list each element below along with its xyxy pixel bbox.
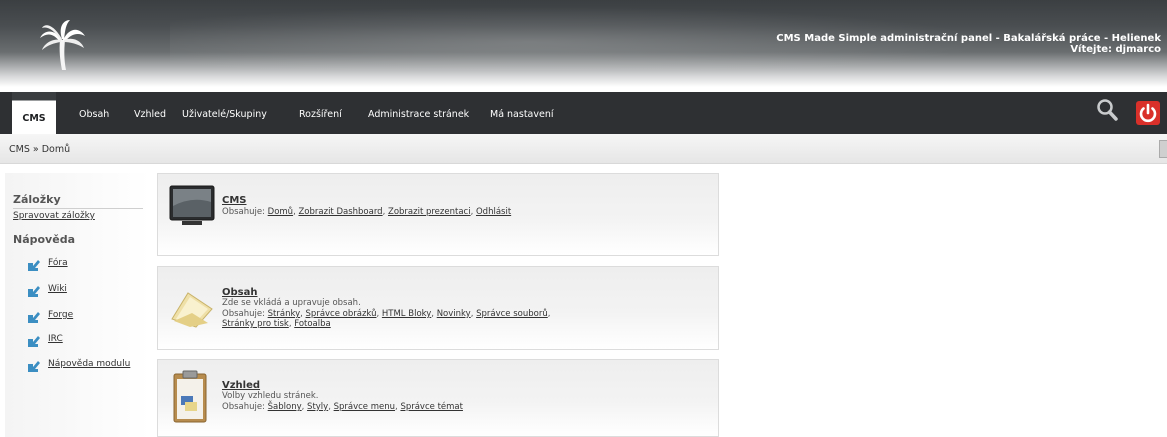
- monitor-icon[interactable]: [168, 184, 216, 228]
- panel-contains-appearance: Obsahuje: Šablony, Styly, Správce menu, …: [222, 402, 463, 412]
- link-menu-manager[interactable]: Správce menu: [334, 402, 395, 412]
- panel-appearance: Vzhled Volby vzhledu stránek. Obsahuje: …: [157, 359, 719, 437]
- panel-cms: CMS Obsahuje: Domů, Zobrazit Dashboard, …: [157, 173, 719, 256]
- sidebar-divider: [13, 208, 143, 209]
- link-logout[interactable]: Odhlásit: [476, 207, 511, 217]
- panel-desc-appearance: Volby vzhledu stránek.: [222, 391, 319, 401]
- nav-cms[interactable]: CMS: [12, 92, 56, 134]
- panel-content: Obsah Zde se vkládá a upravuje obsah. Ob…: [157, 266, 719, 350]
- panel-title-content[interactable]: Obsah: [222, 287, 257, 298]
- link-view-site[interactable]: Zobrazit prezentaci: [388, 207, 471, 217]
- bookmarks-heading: Záložky: [13, 193, 61, 206]
- palm-tree-logo-icon[interactable]: [38, 18, 86, 70]
- link-pages[interactable]: Stránky: [268, 309, 300, 319]
- nav-users-groups[interactable]: Uživatelé/Skupiny: [182, 92, 267, 134]
- link-print-pages[interactable]: Stránky pro tisk: [222, 319, 289, 329]
- arrow-icon: [28, 361, 40, 372]
- link-styles[interactable]: Styly: [307, 402, 328, 412]
- help-item-label[interactable]: Wiki: [48, 284, 67, 294]
- contains-label: Obsahuje:: [222, 402, 268, 412]
- link-news[interactable]: Novinky: [437, 309, 471, 319]
- link-templates[interactable]: Šablony: [268, 402, 302, 412]
- help-item-label[interactable]: Nápověda modulu: [48, 359, 130, 369]
- magnifier-icon[interactable]: [1096, 97, 1118, 123]
- help-item-label[interactable]: Forge: [48, 310, 73, 320]
- contains-label: Obsahuje:: [222, 207, 268, 217]
- nav-content[interactable]: Obsah: [79, 92, 109, 134]
- nav-my-settings[interactable]: Má nastavení: [490, 92, 554, 134]
- arrow-icon: [28, 260, 40, 271]
- link-photo-albums[interactable]: Fotoalba: [294, 319, 331, 329]
- header-title: CMS Made Simple administrační panel - Ba…: [776, 33, 1161, 44]
- manage-bookmarks-link[interactable]: Spravovat záložky: [13, 211, 95, 221]
- panel-contains-content: Obsahuje: Stránky, Správce obrázků, HTML…: [222, 309, 551, 329]
- panel-title-cms[interactable]: CMS: [222, 195, 247, 206]
- arrow-icon: [28, 286, 40, 297]
- nav-site-admin[interactable]: Administrace stránek: [368, 92, 469, 134]
- breadcrumb[interactable]: CMS » Domů: [9, 144, 70, 155]
- clipboard-icon[interactable]: [168, 366, 212, 426]
- power-icon[interactable]: [1136, 101, 1160, 125]
- help-item-label[interactable]: IRC: [48, 334, 63, 344]
- main-nav: CMS Obsah Vzhled Uživatelé/Skupiny Rozší…: [0, 92, 1167, 134]
- link-theme-manager[interactable]: Správce témat: [400, 402, 463, 412]
- sidebar: Záložky Spravovat záložky Nápověda Fóra …: [5, 173, 150, 437]
- link-html-blocks[interactable]: HTML Bloky: [382, 309, 431, 319]
- nav-extensions[interactable]: Rozšíření: [299, 92, 342, 134]
- link-image-manager[interactable]: Správce obrázků: [306, 309, 377, 319]
- link-dashboard[interactable]: Zobrazit Dashboard: [298, 207, 382, 217]
- folder-icon[interactable]: [168, 289, 216, 329]
- nav-appearance[interactable]: Vzhled: [134, 92, 166, 134]
- contains-label: Obsahuje:: [222, 309, 268, 319]
- help-item-label[interactable]: Fóra: [48, 258, 68, 268]
- header-bar: CMS Made Simple administrační panel - Ba…: [0, 0, 1167, 87]
- link-file-manager[interactable]: Správce souborů: [476, 309, 548, 319]
- panel-desc-content: Zde se vkládá a upravuje obsah.: [222, 298, 361, 308]
- panel-title-appearance[interactable]: Vzhled: [222, 380, 260, 391]
- header-title-block: CMS Made Simple administrační panel - Ba…: [776, 33, 1161, 55]
- panel-contains-cms: Obsahuje: Domů, Zobrazit Dashboard, Zobr…: [222, 207, 512, 217]
- help-heading: Nápověda: [13, 233, 75, 246]
- link-home[interactable]: Domů: [268, 207, 293, 217]
- arrow-icon: [28, 336, 40, 347]
- breadcrumb-bar: CMS » Domů: [0, 134, 1167, 164]
- collapse-toggle[interactable]: [1159, 140, 1167, 158]
- welcome-user: Vítejte: djmarco: [1070, 44, 1161, 55]
- arrow-icon: [28, 312, 40, 323]
